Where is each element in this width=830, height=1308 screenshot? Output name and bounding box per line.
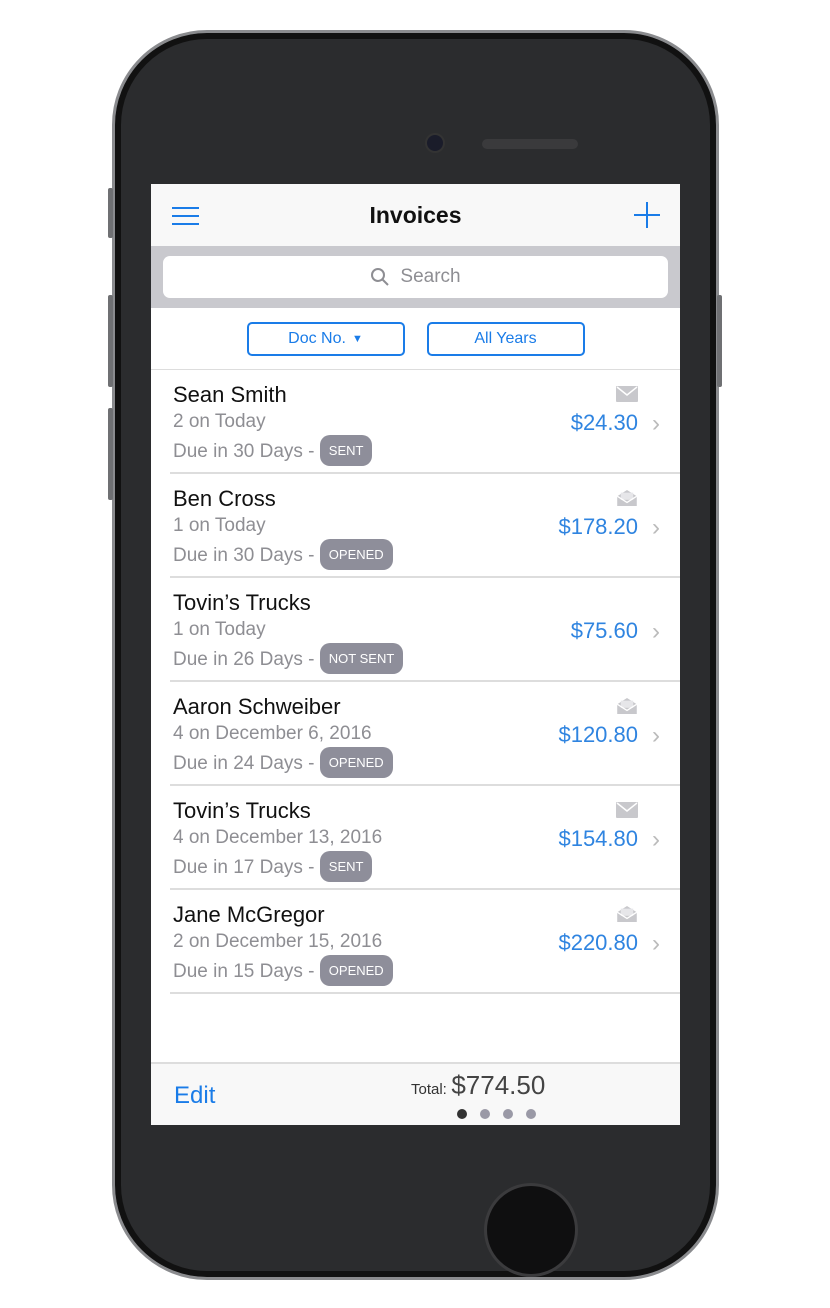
search-bar: Search bbox=[151, 246, 680, 308]
due-info: Due in 24 Days - OPENED bbox=[173, 747, 680, 778]
due-text: Due in 26 Days - bbox=[173, 649, 315, 670]
client-name: Tovin’s Trucks bbox=[173, 798, 311, 823]
sort-doc-no-button[interactable]: Doc No. ▼ bbox=[246, 322, 405, 356]
front-camera bbox=[425, 133, 445, 153]
due-info: Due in 30 Days - OPENED bbox=[173, 539, 680, 570]
total: Total: $774.50 bbox=[411, 1070, 545, 1101]
invoice-amount: $24.30 bbox=[570, 410, 638, 435]
client-name: Sean Smith bbox=[173, 382, 287, 407]
status-badge: OPENED bbox=[319, 747, 393, 778]
status-badge: SENT bbox=[319, 435, 373, 466]
year-filter-button[interactable]: All Years bbox=[426, 322, 585, 356]
due-info: Due in 30 Days - SENT bbox=[173, 435, 680, 466]
invoice-list: Sean Smith 2 on Today Due in 30 Days - S… bbox=[151, 370, 680, 994]
status-badge: OPENED bbox=[319, 955, 393, 986]
invoice-amount: $120.80 bbox=[558, 722, 638, 747]
total-value: $774.50 bbox=[451, 1070, 546, 1100]
page-dot[interactable] bbox=[526, 1109, 536, 1119]
caret-down-icon: ▼ bbox=[351, 333, 363, 345]
search-input[interactable]: Search bbox=[163, 256, 668, 298]
due-text: Due in 30 Days - bbox=[173, 545, 315, 566]
chevron-right-icon: › bbox=[652, 826, 660, 853]
invoice-row[interactable]: Jane McGregor 2 on December 15, 2016 Due… bbox=[151, 890, 680, 994]
navigation-bar: Invoices bbox=[151, 184, 680, 246]
filter-bar: Doc No. ▼ All Years bbox=[151, 308, 680, 370]
volume-up-button bbox=[108, 295, 113, 387]
invoice-amount: $220.80 bbox=[558, 930, 638, 955]
edit-button[interactable]: Edit bbox=[174, 1082, 215, 1110]
toolbar: Edit Total: $774.50 bbox=[151, 1062, 680, 1125]
envelope-open-icon bbox=[616, 906, 638, 922]
status-badge: NOT SENT bbox=[319, 643, 404, 674]
invoice-row[interactable]: Sean Smith 2 on Today Due in 30 Days - S… bbox=[151, 370, 680, 474]
chevron-right-icon: › bbox=[652, 722, 660, 749]
page-dot[interactable] bbox=[503, 1109, 513, 1119]
client-name: Tovin’s Trucks bbox=[173, 590, 311, 615]
power-button bbox=[717, 295, 722, 387]
mute-switch bbox=[108, 188, 113, 238]
page-dot[interactable] bbox=[480, 1109, 490, 1119]
due-text: Due in 15 Days - bbox=[173, 961, 315, 982]
invoice-amount: $75.60 bbox=[570, 618, 638, 643]
envelope-closed-icon bbox=[616, 386, 638, 402]
client-name: Aaron Schweiber bbox=[173, 694, 341, 719]
earpiece-speaker bbox=[482, 139, 578, 149]
invoice-amount: $154.80 bbox=[558, 826, 638, 851]
due-text: Due in 17 Days - bbox=[173, 857, 315, 878]
envelope-open-icon bbox=[616, 698, 638, 714]
plus-icon[interactable] bbox=[634, 202, 660, 228]
client-name: Ben Cross bbox=[173, 486, 276, 511]
due-info: Due in 17 Days - SENT bbox=[173, 851, 680, 882]
page-indicator[interactable] bbox=[457, 1109, 536, 1119]
search-icon bbox=[371, 268, 390, 286]
sort-label: Doc No. bbox=[288, 330, 346, 347]
status-badge: SENT bbox=[319, 851, 373, 882]
chevron-right-icon: › bbox=[652, 930, 660, 957]
page-title: Invoices bbox=[369, 202, 462, 228]
invoice-row[interactable]: Tovin’s Trucks 4 on December 13, 2016 Du… bbox=[151, 786, 680, 890]
invoice-row[interactable]: Tovin’s Trucks 1 on Today Due in 26 Days… bbox=[151, 578, 680, 682]
due-info: Due in 26 Days - NOT SENT bbox=[173, 643, 680, 674]
due-info: Due in 15 Days - OPENED bbox=[173, 955, 680, 986]
status-badge: OPENED bbox=[319, 539, 393, 570]
year-label: All Years bbox=[474, 330, 537, 347]
app-screen: Invoices Search Doc No. ▼ All Years Sean … bbox=[151, 184, 680, 1125]
invoice-amount: $178.20 bbox=[558, 514, 638, 539]
chevron-right-icon: › bbox=[652, 410, 660, 437]
search-placeholder: Search bbox=[400, 266, 461, 287]
envelope-open-icon bbox=[616, 490, 638, 506]
chevron-right-icon: › bbox=[652, 514, 660, 541]
total-label: Total: bbox=[411, 1081, 447, 1098]
chevron-right-icon: › bbox=[652, 618, 660, 645]
envelope-closed-icon bbox=[616, 802, 638, 818]
client-name: Jane McGregor bbox=[173, 902, 325, 927]
invoice-row[interactable]: Ben Cross 1 on Today Due in 30 Days - OP… bbox=[151, 474, 680, 578]
volume-down-button bbox=[108, 408, 113, 500]
page-dot[interactable] bbox=[457, 1109, 467, 1119]
home-button[interactable] bbox=[484, 1183, 578, 1277]
due-text: Due in 24 Days - bbox=[173, 753, 315, 774]
invoice-row[interactable]: Aaron Schweiber 4 on December 6, 2016 Du… bbox=[151, 682, 680, 786]
due-text: Due in 30 Days - bbox=[173, 441, 315, 462]
